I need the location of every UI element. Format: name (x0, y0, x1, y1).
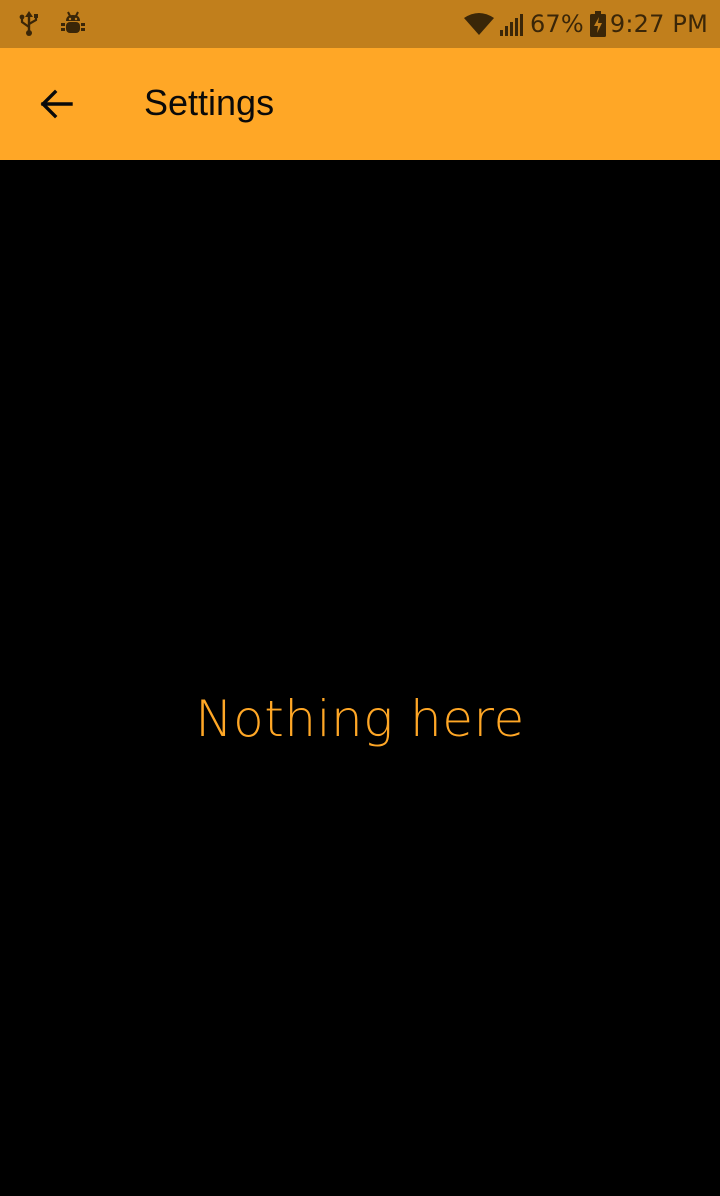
app-bar: Settings (0, 48, 720, 160)
signal-icon (499, 12, 526, 36)
page-title: Settings (144, 82, 275, 123)
back-button[interactable] (24, 76, 88, 132)
content-area: Nothing here (0, 160, 720, 1196)
clock: 9:27 PM (609, 10, 708, 38)
android-debug-icon (60, 11, 86, 37)
battery-percent: 67% (529, 10, 584, 38)
status-right-icons: 67% 9:27 PM (458, 10, 708, 38)
settings-screen: 67% 9:27 PM Settings Nothing here (0, 0, 720, 1196)
arrow-back-icon (38, 86, 74, 122)
wifi-icon (463, 12, 494, 36)
battery-charging-icon (589, 11, 606, 37)
usb-icon (18, 11, 40, 37)
empty-state-message: Nothing here (195, 690, 525, 748)
status-left-icons (18, 11, 106, 37)
status-bar: 67% 9:27 PM (0, 0, 720, 48)
